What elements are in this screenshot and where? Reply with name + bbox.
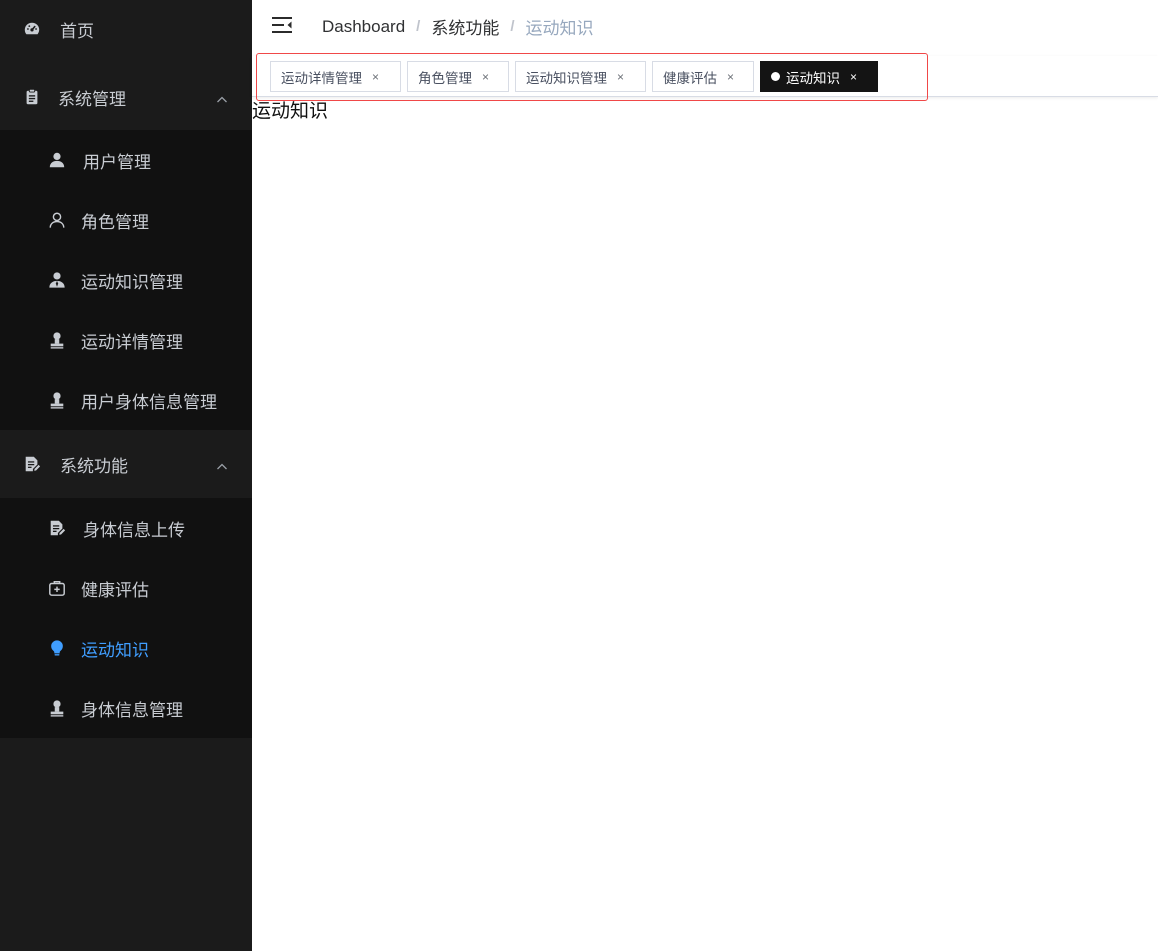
tag-label: 运动知识 (786, 70, 840, 86)
sidebar-item-home-label: 首页 (60, 21, 94, 41)
user-stamp-icon (47, 698, 67, 718)
breadcrumb-item: 系统功能 (431, 19, 500, 38)
sidebar-item-label: 运动知识 (81, 640, 149, 660)
breadcrumb: Dashboard / 系统功能 / 运动知识 (322, 14, 594, 39)
sidebar-group-label: 系统管理 (58, 89, 126, 109)
sidebar-item-label: 用户身体信息管理 (81, 392, 217, 412)
tag-label: 运动知识管理 (526, 70, 607, 86)
navbar: Dashboard / 系统功能 / 运动知识 (252, 0, 1158, 50)
breadcrumb-separator: / (510, 18, 515, 35)
sidebar-group-system-functions[interactable]: 系统功能 (0, 430, 252, 498)
user-tie-icon (47, 270, 67, 290)
sidebar-item-label: 健康评估 (81, 580, 149, 600)
sidebar-item-user-body-info-management[interactable]: 用户身体信息管理 (0, 370, 252, 430)
sidebar-item-role-management[interactable]: 角色管理 (0, 190, 252, 250)
tag-role-management[interactable]: 角色管理 × (407, 61, 509, 92)
sidebar-item-label: 身体信息管理 (81, 700, 183, 720)
tag-label: 运动详情管理 (281, 70, 362, 86)
page-title: 运动知识 (252, 101, 329, 122)
tag-label: 健康评估 (663, 70, 717, 86)
active-dot-icon (771, 72, 780, 81)
close-icon[interactable]: × (850, 70, 857, 84)
tag-label: 角色管理 (418, 70, 472, 86)
user-outline-icon (47, 210, 67, 230)
tag-health-assessment[interactable]: 健康评估 × (652, 61, 754, 92)
sidebar-item-label: 用户管理 (83, 152, 151, 172)
app-root: 首页 系统管理 用户管理 角色管理 运动知识管理 运动详情管理 用户身体信息管理… (0, 0, 1158, 951)
breadcrumb-current: 运动知识 (525, 19, 594, 38)
breadcrumb-separator: / (416, 18, 421, 35)
user-stamp-icon (47, 390, 67, 410)
chevron-up-icon (216, 94, 227, 104)
tag-exercise-detail-management[interactable]: 运动详情管理 × (270, 61, 401, 92)
close-icon[interactable]: × (617, 70, 624, 84)
sidebar-item-exercise-knowledge-management[interactable]: 运动知识管理 (0, 250, 252, 310)
sidebar-item-exercise-detail-management[interactable]: 运动详情管理 (0, 310, 252, 370)
close-icon[interactable]: × (372, 70, 379, 84)
tag-exercise-knowledge[interactable]: 运动知识 × (760, 61, 878, 92)
document-edit-icon (47, 518, 67, 538)
breadcrumb-item[interactable]: Dashboard (322, 17, 405, 37)
close-icon[interactable]: × (482, 70, 489, 84)
sidebar-item-body-info-upload[interactable]: 身体信息上传 (0, 498, 252, 558)
chevron-up-icon (216, 461, 227, 471)
first-aid-kit-icon (47, 578, 67, 598)
tag-exercise-knowledge-management[interactable]: 运动知识管理 × (515, 61, 646, 92)
sidebar-item-health-assessment[interactable]: 健康评估 (0, 558, 252, 618)
sidebar: 首页 系统管理 用户管理 角色管理 运动知识管理 运动详情管理 用户身体信息管理… (0, 0, 252, 951)
user-icon (47, 150, 67, 170)
sidebar-item-user-management[interactable]: 用户管理 (0, 130, 252, 190)
sidebar-toggle-icon[interactable] (272, 15, 292, 35)
close-icon[interactable]: × (727, 70, 734, 84)
sidebar-group-system-management[interactable]: 系统管理 (0, 64, 252, 130)
sidebar-group-label: 系统功能 (60, 456, 128, 476)
sidebar-item-label: 角色管理 (81, 212, 149, 232)
dashboard-icon (22, 19, 42, 39)
sidebar-item-label: 运动知识管理 (81, 272, 183, 292)
user-stamp-icon (47, 330, 67, 350)
sidebar-item-label: 身体信息上传 (83, 520, 185, 540)
sidebar-item-label: 运动详情管理 (81, 332, 183, 352)
sidebar-item-exercise-knowledge[interactable]: 运动知识 (0, 618, 252, 678)
sidebar-item-body-info-management[interactable]: 身体信息管理 (0, 678, 252, 738)
clipboard-icon (22, 87, 42, 107)
lightbulb-icon (47, 638, 67, 658)
document-edit-icon (22, 454, 42, 474)
sidebar-item-home[interactable]: 首页 (0, 0, 252, 58)
